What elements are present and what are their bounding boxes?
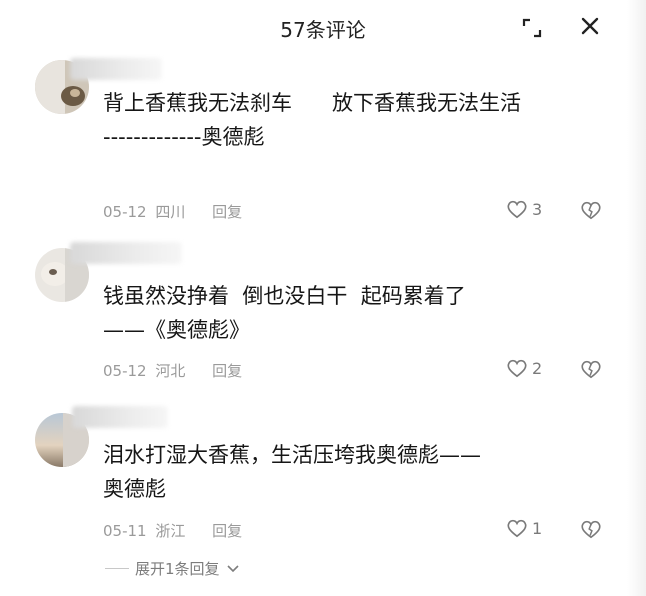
heart-icon xyxy=(507,200,527,219)
username-blurred xyxy=(70,58,162,80)
like-button[interactable]: 2 xyxy=(506,358,542,378)
comment-text: 钱虽然没挣着 倒也没白干 起码累着了 ——《奥德彪》 xyxy=(103,284,466,342)
comment-location: 浙江 xyxy=(155,522,186,540)
expand-replies-label: 展开1条回复 xyxy=(135,560,220,578)
comment-text: 背上香蕉我无法刹车 放下香蕉我无法生活 -------------奥德彪 xyxy=(103,91,522,149)
heart-icon xyxy=(507,359,527,378)
reply-button[interactable]: 回复 xyxy=(212,522,242,540)
comment-meta: 05-12 河北 回复 xyxy=(103,360,242,381)
comment-text: 泪水打湿大香蕉，生活压垮我奥德彪—— 奥德彪 xyxy=(103,443,481,501)
username-blurred xyxy=(70,242,182,264)
username-blurred xyxy=(72,406,168,428)
broken-heart-icon[interactable] xyxy=(580,199,602,221)
like-button[interactable]: 3 xyxy=(506,199,542,219)
comment-date: 05-12 xyxy=(103,203,147,221)
broken-heart-icon[interactable] xyxy=(580,358,602,380)
like-button[interactable]: 1 xyxy=(506,518,542,538)
expand-replies-button[interactable]: 展开1条回复 xyxy=(105,558,240,579)
edge-shadow xyxy=(627,0,646,596)
comment-location: 河北 xyxy=(155,362,186,380)
expand-icon[interactable] xyxy=(520,16,544,40)
reply-button[interactable]: 回复 xyxy=(212,203,242,221)
divider xyxy=(105,568,129,569)
comment-meta: 05-11 浙江 回复 xyxy=(103,520,242,541)
page-title: 57条评论 xyxy=(280,18,366,42)
comment-location: 四川 xyxy=(155,203,186,221)
comment-meta: 05-12 四川 回复 xyxy=(103,201,242,222)
reply-button[interactable]: 回复 xyxy=(212,362,242,380)
like-count: 3 xyxy=(532,199,543,219)
like-count: 2 xyxy=(532,358,543,378)
close-icon[interactable] xyxy=(578,14,602,38)
chevron-down-icon xyxy=(226,564,239,572)
broken-heart-icon[interactable] xyxy=(580,518,602,540)
comments-header: 57条评论 xyxy=(0,0,646,56)
like-count: 1 xyxy=(532,518,543,538)
comment-date: 05-11 xyxy=(103,522,147,540)
heart-icon xyxy=(507,519,527,538)
comment-date: 05-12 xyxy=(103,362,147,380)
